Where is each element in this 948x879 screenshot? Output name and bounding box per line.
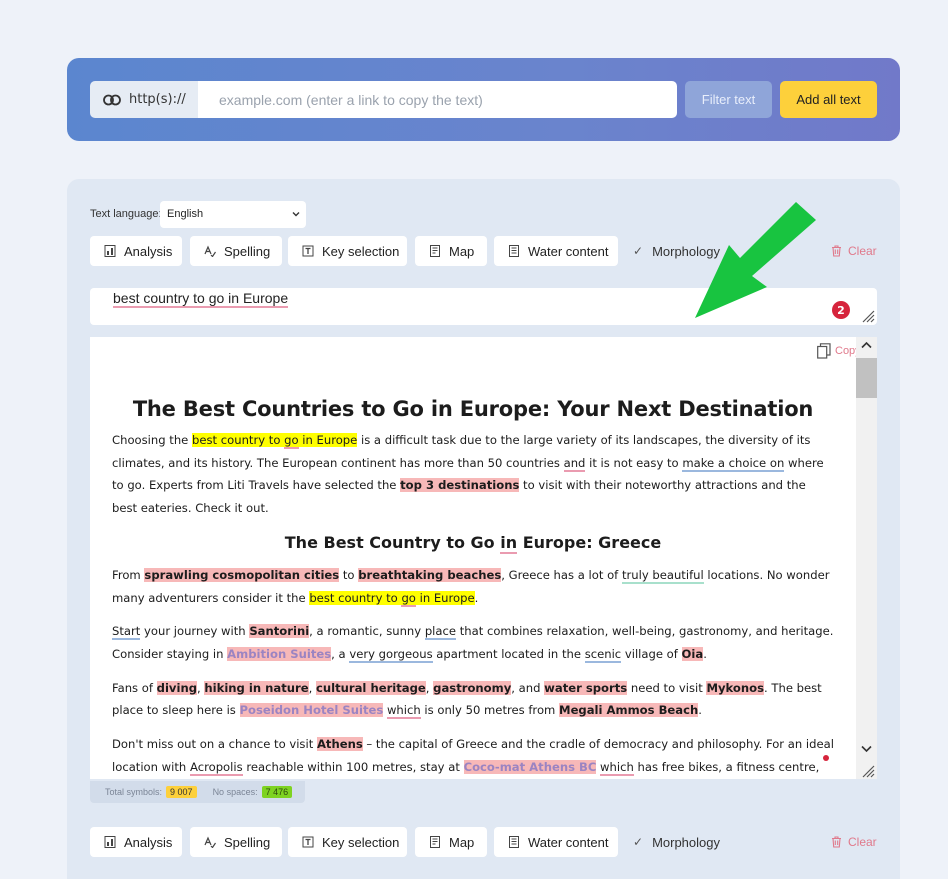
water-content-label: Water content bbox=[528, 834, 609, 850]
filter-text-button[interactable]: Filter text bbox=[685, 81, 772, 118]
toolbar-bottom: Analysis Spelling Key selection Map Wate… bbox=[90, 827, 880, 857]
add-all-text-button[interactable]: Add all text bbox=[780, 81, 877, 118]
language-select[interactable]: English bbox=[160, 201, 306, 228]
paragraph-2: From sprawling cosmopolitan cities to br… bbox=[112, 567, 830, 607]
paragraph-3: Start your journey with Santorini, a rom… bbox=[112, 624, 834, 663]
morphology-toggle-bottom[interactable]: ✓ Morphology bbox=[633, 827, 720, 857]
checkmark-icon: ✓ bbox=[633, 835, 644, 849]
clear-button-bottom[interactable]: Clear bbox=[831, 827, 877, 857]
spelling-label: Spelling bbox=[224, 834, 271, 850]
key-selection-button[interactable]: Key selection bbox=[288, 236, 407, 266]
url-input[interactable] bbox=[198, 81, 677, 118]
url-prefix-label: http(s):// bbox=[129, 92, 186, 107]
stats-bar: Total symbols: 9 007 No spaces: 7 476 bbox=[90, 781, 305, 803]
analysis-button[interactable]: Analysis bbox=[90, 236, 182, 266]
language-label: Text language: bbox=[90, 208, 162, 220]
clear-label: Clear bbox=[848, 244, 877, 258]
water-content-button-bottom[interactable]: Water content bbox=[494, 827, 618, 857]
checkmark-icon: ✓ bbox=[633, 244, 644, 258]
spelling-button-bottom[interactable]: Spelling bbox=[190, 827, 282, 857]
editor-content: The Best Countries to Go in Europe: Your… bbox=[112, 394, 834, 779]
trash-icon bbox=[832, 836, 841, 848]
water-content-label: Water content bbox=[528, 243, 609, 259]
text-editor[interactable]: Copy The Best Countries to Go in Europe:… bbox=[90, 337, 877, 779]
analysis-icon bbox=[104, 245, 116, 257]
keyword-text: best country to go in Europe bbox=[113, 290, 289, 308]
spelling-label: Spelling bbox=[224, 243, 271, 259]
paragraph-1: Choosing the best country to go in Europ… bbox=[112, 433, 824, 516]
scroll-up-icon[interactable] bbox=[861, 341, 872, 349]
language-selected: English bbox=[167, 208, 204, 220]
total-symbols-label: Total symbols: bbox=[105, 787, 163, 797]
article-title: The Best Countries to Go in Europe: Your… bbox=[132, 397, 814, 421]
paragraph-4: Fans of diving, hiking in nature, cultur… bbox=[112, 680, 822, 720]
chevron-down-icon bbox=[292, 212, 300, 217]
map-label: Map bbox=[449, 834, 475, 850]
key-selection-label: Key selection bbox=[322, 243, 400, 259]
copy-icon bbox=[817, 343, 831, 359]
analysis-label: Analysis bbox=[124, 834, 173, 850]
analysis-label: Analysis bbox=[124, 243, 173, 259]
resize-handle-icon[interactable] bbox=[859, 307, 875, 323]
total-symbols-value: 9 007 bbox=[166, 786, 197, 798]
key-selection-icon bbox=[302, 836, 314, 848]
green-arrow-icon bbox=[695, 202, 816, 318]
analysis-button-bottom[interactable]: Analysis bbox=[90, 827, 182, 857]
copy-button[interactable]: Copy bbox=[817, 343, 861, 359]
map-button-bottom[interactable]: Map bbox=[415, 827, 487, 857]
key-selection-button-bottom[interactable]: Key selection bbox=[288, 827, 407, 857]
url-prefix: http(s):// bbox=[90, 81, 198, 118]
morphology-label: Morphology bbox=[652, 834, 720, 850]
spelling-icon bbox=[204, 836, 216, 848]
map-label: Map bbox=[449, 243, 475, 259]
section-heading: The Best Country to Go in Europe: Greece bbox=[284, 532, 662, 554]
error-dot bbox=[823, 755, 829, 761]
no-spaces-value: 7 476 bbox=[261, 786, 293, 798]
map-button[interactable]: Map bbox=[415, 236, 487, 266]
water-content-icon bbox=[509, 245, 519, 257]
scroll-down-icon[interactable] bbox=[861, 745, 872, 753]
url-panel: http(s):// Filter text Add all text bbox=[67, 58, 900, 141]
map-icon bbox=[430, 245, 440, 257]
key-selection-label: Key selection bbox=[322, 834, 400, 850]
editor-scrollbar[interactable] bbox=[856, 337, 877, 779]
no-spaces-label: No spaces: bbox=[212, 787, 258, 797]
map-icon bbox=[430, 836, 440, 848]
key-selection-icon bbox=[302, 245, 314, 257]
analysis-icon bbox=[104, 836, 116, 848]
trash-icon bbox=[832, 245, 841, 257]
scroll-thumb[interactable] bbox=[856, 358, 877, 398]
link-icon bbox=[103, 94, 121, 105]
water-content-button[interactable]: Water content bbox=[494, 236, 618, 266]
error-count-badge: 2 bbox=[832, 301, 850, 319]
water-content-icon bbox=[509, 836, 519, 848]
clear-button[interactable]: Clear bbox=[831, 236, 877, 266]
clear-label: Clear bbox=[848, 835, 877, 849]
spelling-icon bbox=[204, 245, 216, 257]
editor-resize-handle-icon[interactable] bbox=[859, 762, 875, 778]
spelling-button[interactable]: Spelling bbox=[190, 236, 282, 266]
paragraph-5: Don't miss out on a chance to visit Athe… bbox=[112, 737, 834, 776]
